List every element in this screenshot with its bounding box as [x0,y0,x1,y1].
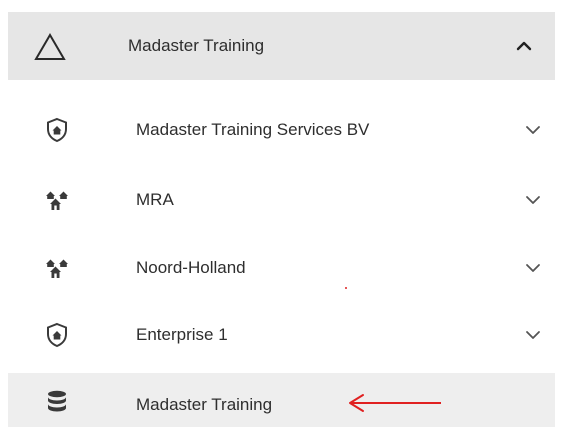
tree-item-madaster-training-selected[interactable]: Madaster Training [8,373,555,427]
tree-item-mra[interactable]: MRA [0,167,570,232]
houses-icon [44,255,70,281]
chevron-down-icon[interactable] [522,193,544,207]
annotation-arrow-icon [349,394,441,412]
tree-item-madaster-training-services-bv[interactable]: Madaster Training Services BV [0,97,570,162]
tree-item-label: Noord-Holland [136,258,246,277]
chevron-up-icon[interactable] [513,39,535,53]
shield-home-icon [44,117,70,143]
shield-home-icon [44,322,70,348]
tree-item-label: Madaster Training Services BV [136,120,370,139]
tree-header-madaster-training[interactable]: Madaster Training [8,12,555,80]
annotation-dot [345,287,347,289]
triangle-outline-icon [34,32,66,62]
tree-item-noord-holland[interactable]: Noord-Holland [0,235,570,300]
tree-item-label: Madaster Training [136,395,273,414]
tree-item-label: Enterprise 1 [136,325,228,344]
tree-item-enterprise-1[interactable]: Enterprise 1 [0,302,570,367]
tree-header-label: Madaster Training [128,36,265,55]
tree-item-label: MRA [136,190,174,209]
chevron-down-icon[interactable] [522,123,544,137]
houses-icon [44,187,70,213]
organization-tree-panel: Madaster Training Madaster Training Serv… [0,0,570,427]
chevron-down-icon[interactable] [522,328,544,342]
database-icon [44,389,70,415]
chevron-down-icon[interactable] [522,261,544,275]
